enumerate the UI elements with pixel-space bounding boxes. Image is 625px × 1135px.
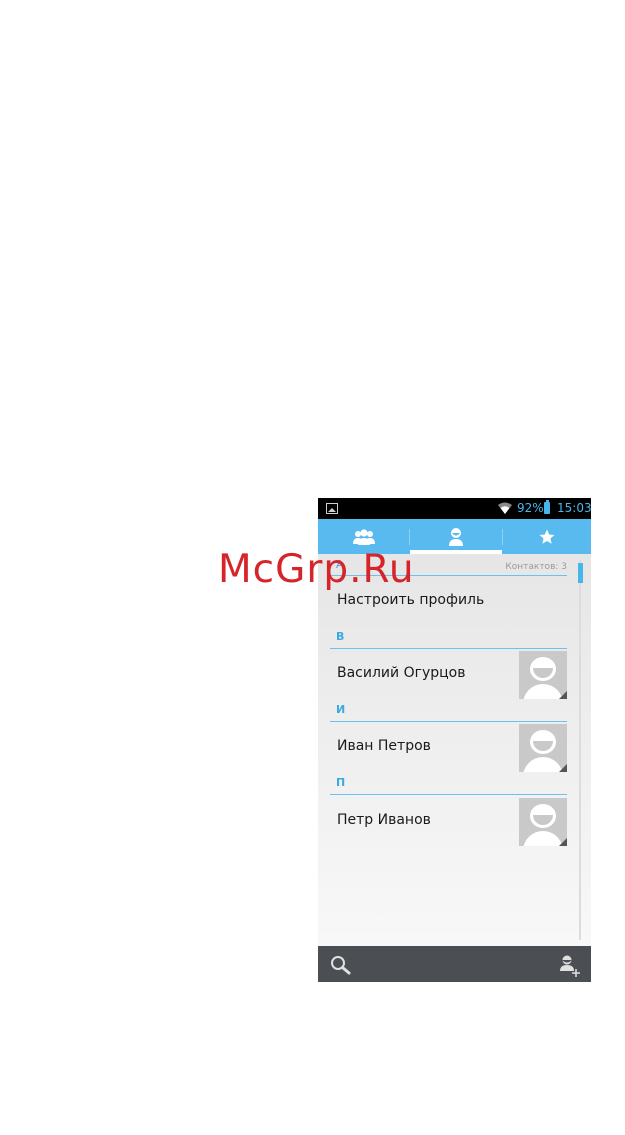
section-divider	[330, 648, 567, 649]
gallery-icon	[326, 503, 338, 514]
contact-count: Контактов: 3	[505, 562, 567, 572]
scrollbar-track[interactable]	[579, 560, 581, 940]
groups-icon	[352, 528, 375, 545]
search-icon[interactable]	[330, 955, 352, 975]
battery-percent: 92%	[517, 501, 544, 515]
bottom-action-bar	[318, 946, 591, 982]
tab-contacts[interactable]	[410, 519, 502, 554]
tab-favorites[interactable]	[502, 519, 591, 554]
contact-name[interactable]: Иван Петров	[337, 738, 431, 754]
watermark-logo: McGrp.Ru	[218, 547, 415, 592]
section-header: В	[336, 630, 345, 643]
battery-icon	[544, 500, 550, 514]
avatar[interactable]	[519, 651, 567, 699]
add-contact-icon[interactable]	[558, 954, 582, 978]
section-divider	[330, 721, 567, 722]
avatar[interactable]	[519, 798, 567, 846]
clock: 15:03	[557, 501, 591, 515]
section-header: И	[336, 703, 346, 716]
person-icon	[449, 527, 463, 546]
contact-list[interactable]: А Контактов: 3 Настроить профиль В Васил…	[318, 554, 591, 946]
setup-profile-item[interactable]: Настроить профиль	[337, 592, 484, 608]
star-icon	[539, 529, 554, 544]
contact-name[interactable]: Петр Иванов	[337, 812, 431, 828]
section-header: П	[336, 776, 346, 789]
contact-name[interactable]: Василий Огурцов	[337, 665, 465, 681]
scrollbar-thumb[interactable]	[578, 563, 583, 583]
avatar[interactable]	[519, 724, 567, 772]
wifi-icon	[498, 502, 512, 514]
status-bar: 92% 15:03	[318, 498, 591, 519]
section-divider	[330, 794, 567, 795]
